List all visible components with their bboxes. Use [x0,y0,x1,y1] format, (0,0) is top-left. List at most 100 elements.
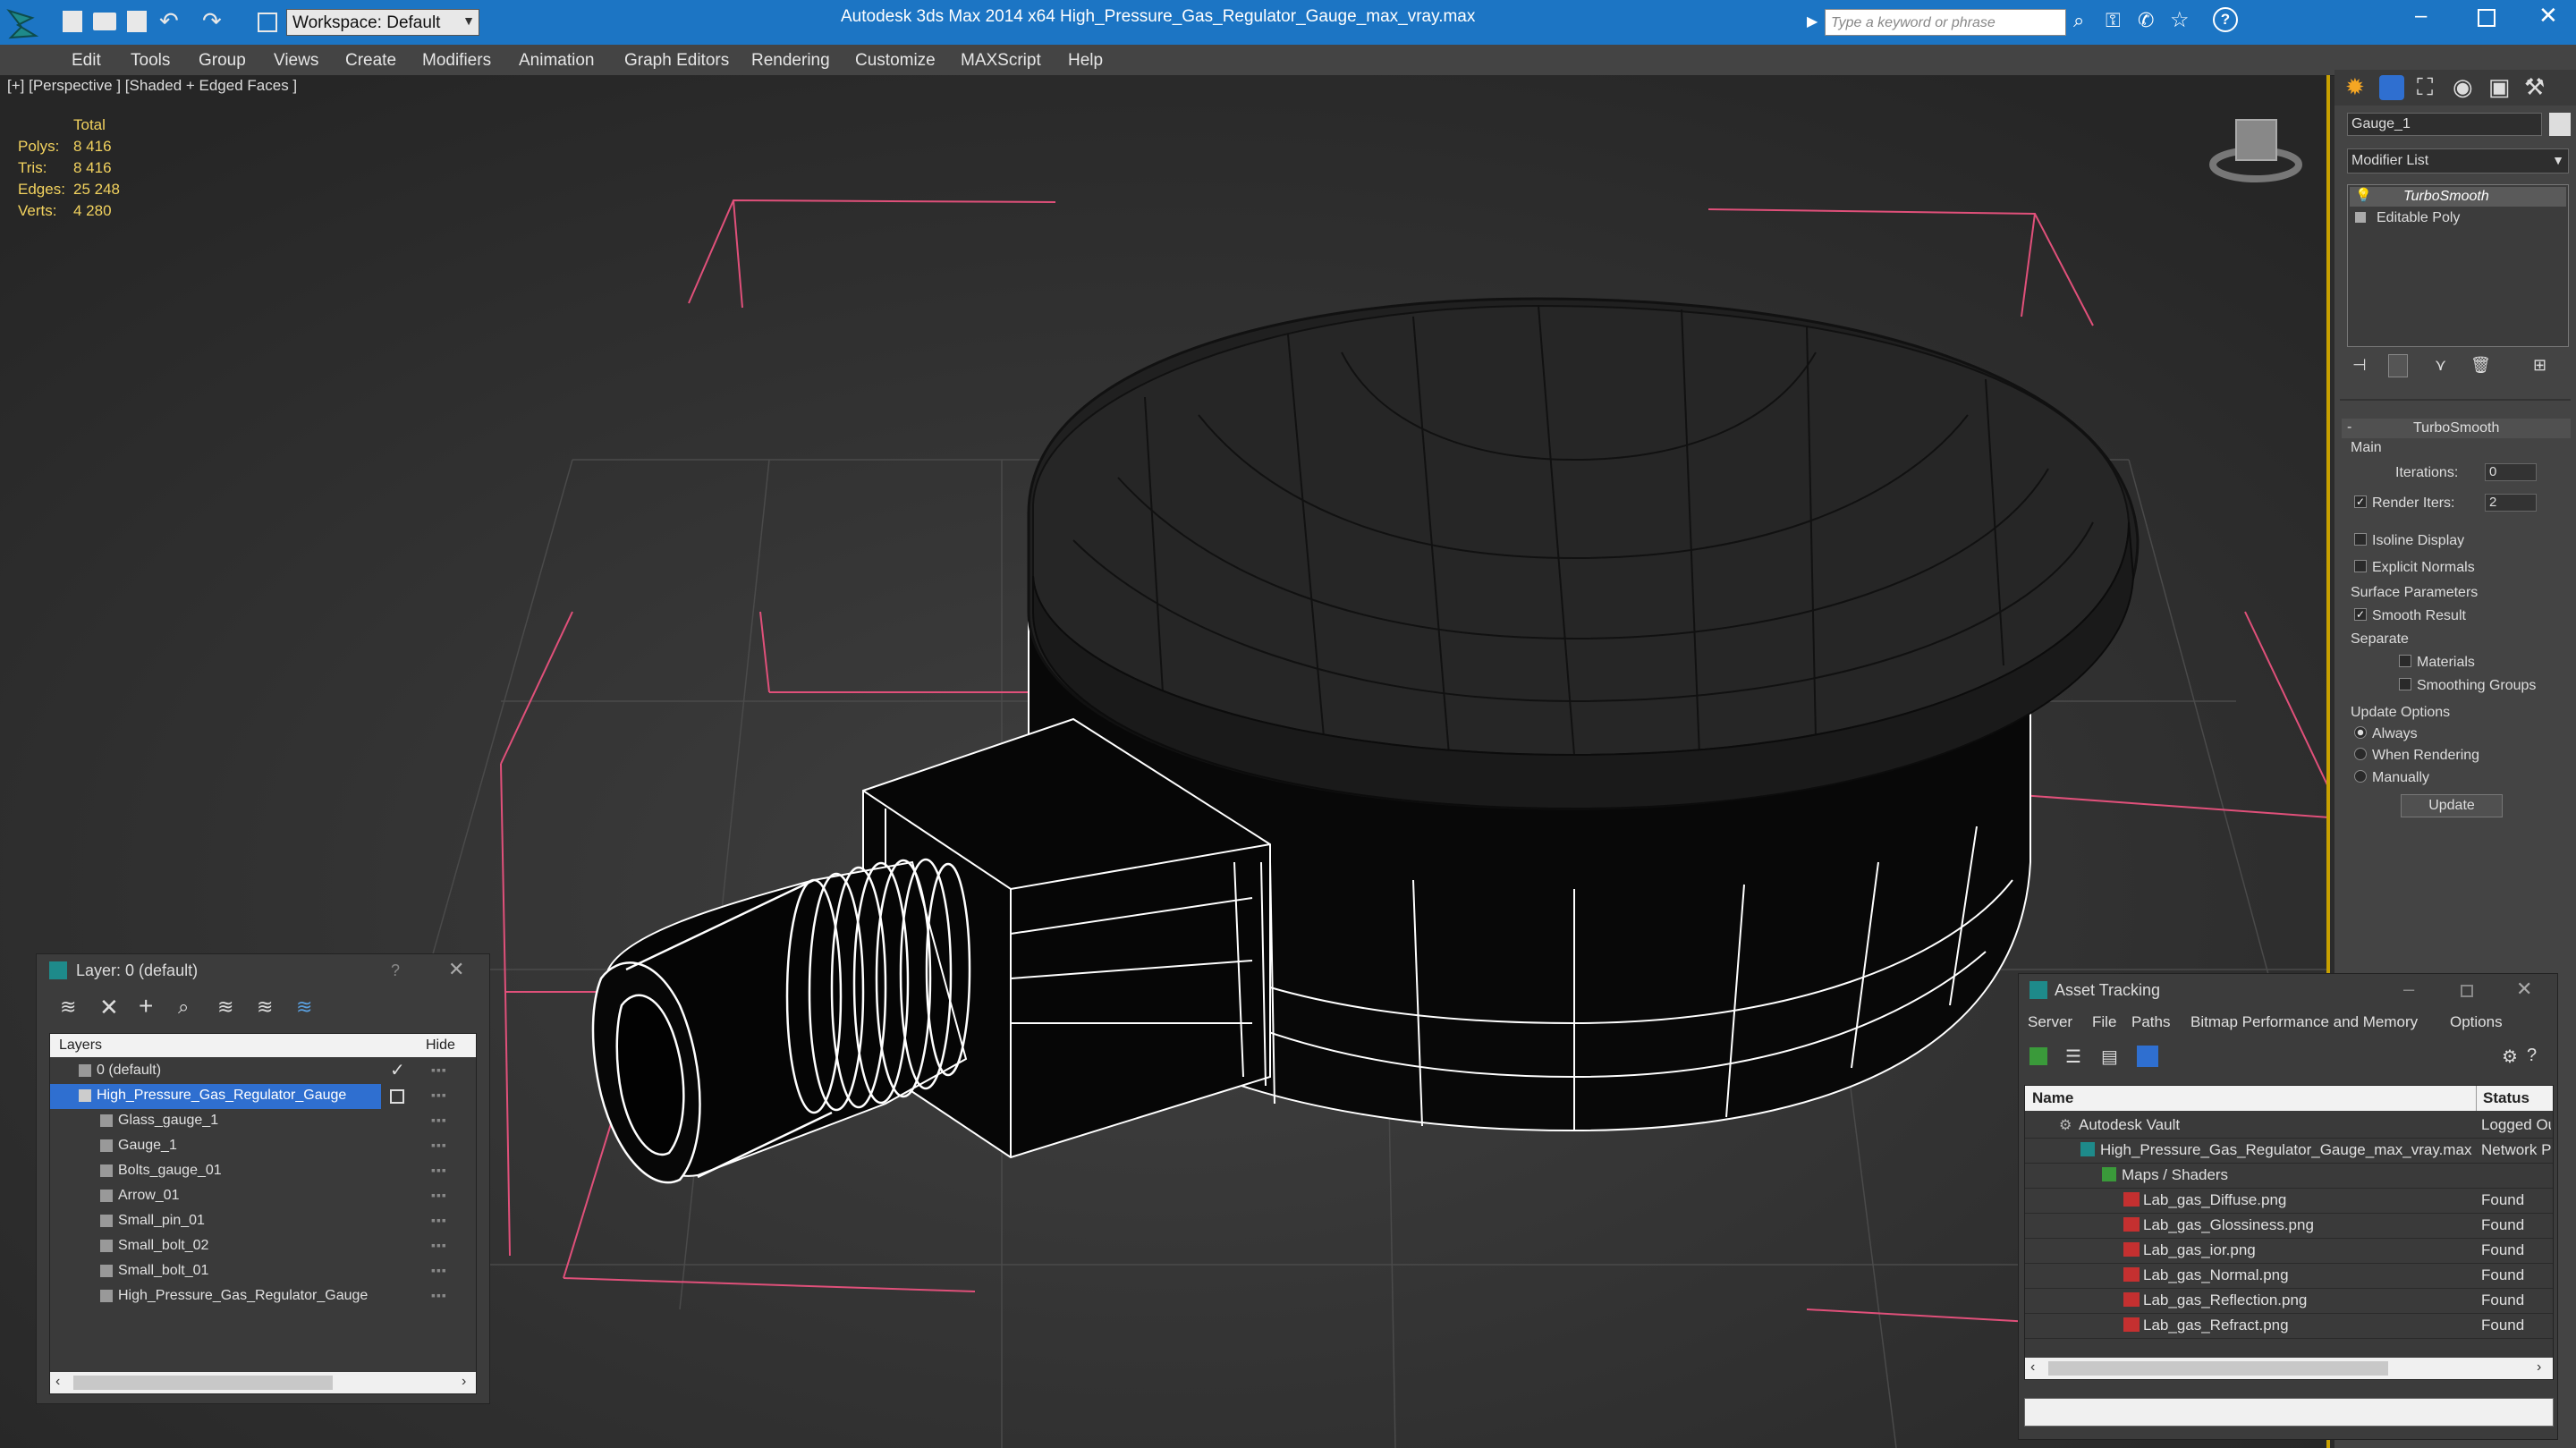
configure-modifier-sets-icon[interactable]: ⊞ [2533,356,2546,375]
show-end-result-icon[interactable] [2388,354,2408,377]
project-folder-icon[interactable] [258,13,277,32]
object-name-field[interactable]: Gauge_1 [2347,113,2542,136]
asset-menu-server[interactable]: Server [2028,1013,2072,1031]
layer-row[interactable]: Arrow_01 ▪▪▪ [50,1184,476,1209]
utilities-tab-icon[interactable]: ⚒ [2524,73,2545,101]
expand-icon[interactable] [2355,212,2366,223]
col-hide[interactable]: Hide [426,1037,455,1054]
create-tab-icon[interactable]: ✹ [2345,73,2365,101]
workspace-dropdown[interactable]: Workspace: Default ▼ [286,9,479,36]
hide-toggle[interactable]: ▪▪▪ [431,1213,447,1227]
minimize-icon[interactable]: – [2403,978,2414,1001]
hide-toggle[interactable]: ▪▪▪ [431,1138,447,1152]
thumbnail-view-icon[interactable]: ▤ [2101,1046,2118,1068]
layer-row-selected[interactable]: High_Pressure_Gas_Regulator_Gauge [50,1084,381,1109]
menu-group[interactable]: Group [199,51,246,71]
key-icon[interactable]: ⚿ [2106,9,2121,32]
asset-row[interactable]: Lab_gas_Glossiness.png Found [2025,1213,2553,1239]
layer-row[interactable]: Glass_gauge_1 ▪▪▪ [50,1109,476,1134]
stack-item-editable-poly[interactable]: Editable Poly [2350,208,2566,228]
layer-row[interactable]: High_Pressure_Gas_Regulator_Gauge ▪▪▪ [50,1284,476,1309]
menu-animation[interactable]: Animation [519,51,595,71]
hide-toggle[interactable]: ▪▪▪ [431,1063,447,1077]
horizontal-scrollbar[interactable]: ‹ › [50,1372,476,1393]
bulb-icon[interactable]: 💡 [2355,187,2372,203]
scroll-thumb[interactable] [2048,1361,2388,1376]
horizontal-scrollbar[interactable]: ‹ › [2025,1358,2553,1379]
binoculars-icon[interactable]: ⌕ [2073,9,2084,32]
menu-create[interactable]: Create [345,51,396,71]
make-unique-icon[interactable]: ⋎ [2435,356,2446,375]
asset-row[interactable]: Lab_gas_Refract.png Found [2025,1313,2553,1339]
menu-rendering[interactable]: Rendering [751,51,830,71]
asset-menu-options[interactable]: Options [2450,1013,2503,1031]
highlight-layer-icon[interactable]: ≋ [217,995,233,1019]
add-to-layer-icon[interactable]: + [139,992,153,1020]
app-logo-icon[interactable] [5,5,41,41]
layer-dialog-help-icon[interactable]: ? [391,961,400,980]
render-iters-checkbox[interactable]: ✓ [2354,495,2367,508]
smooth-result-checkbox[interactable]: ✓ [2354,608,2367,621]
hide-toggle[interactable]: ▪▪▪ [431,1088,447,1102]
active-layer-check-icon[interactable]: ✓ [390,1059,405,1081]
undo-icon[interactable]: ↶ [159,7,179,35]
layer-row[interactable]: 0 (default) ✓ ▪▪▪ [50,1059,476,1084]
close-icon[interactable]: ✕ [2516,978,2532,1001]
menu-edit[interactable]: Edit [72,51,101,71]
menu-graph-editors[interactable]: Graph Editors [624,51,729,71]
asset-menu-bitmap[interactable]: Bitmap Performance and Memory [2190,1013,2418,1031]
col-layers[interactable]: Layers [59,1037,102,1054]
update-button-face[interactable]: Update [2401,794,2503,817]
help-icon[interactable]: ? [2527,1046,2537,1066]
isoline-display-checkbox[interactable] [2354,533,2367,546]
save-file-icon[interactable] [127,11,147,32]
maximize-icon[interactable] [2478,9,2496,27]
menu-views[interactable]: Views [274,51,318,71]
pin-stack-icon[interactable]: ⊣ [2352,356,2367,375]
hide-toggle[interactable]: ▪▪▪ [431,1113,447,1127]
col-name[interactable]: Name [2032,1089,2073,1107]
iterations-spinner[interactable]: 0 [2485,463,2537,481]
explicit-normals-checkbox[interactable] [2354,560,2367,572]
remove-modifier-icon[interactable]: 🗑 [2470,356,2491,375]
viewport-label[interactable]: [+] [Perspective ] [Shaded + Edged Faces… [7,77,297,95]
menu-help[interactable]: Help [1068,51,1103,71]
layer-row[interactable]: Small_pin_01 ▪▪▪ [50,1209,476,1234]
layer-row[interactable]: Small_bolt_02 ▪▪▪ [50,1234,476,1259]
asset-row[interactable]: Lab_gas_Diffuse.png Found [2025,1188,2553,1214]
motion-tab-icon[interactable]: ◉ [2453,73,2473,101]
favorites-star-icon[interactable]: ☆ [2170,7,2190,33]
menu-customize[interactable]: Customize [855,51,936,71]
update-button[interactable] [2404,878,2503,902]
scroll-right-icon[interactable]: › [462,1374,466,1390]
search-input[interactable]: Type a keyword or phrase [1825,9,2066,36]
col-status[interactable]: Status [2483,1089,2529,1107]
list-view-icon[interactable]: ☰ [2065,1046,2081,1068]
select-in-layer-icon[interactable]: ⌕ [178,995,189,1019]
manually-radio[interactable] [2354,770,2367,783]
asset-row[interactable]: Lab_gas_Reflection.png Found [2025,1288,2553,1314]
when-rendering-radio[interactable] [2354,748,2367,760]
smoothing-groups-checkbox[interactable] [2399,678,2411,690]
object-color-swatch[interactable] [2549,113,2571,136]
turbosmooth-rollout-header[interactable]: - TurboSmooth [2342,419,2571,438]
vault-icon[interactable]: ⚙ [2502,1046,2518,1068]
asset-menu-paths[interactable]: Paths [2131,1013,2170,1031]
display-tab-icon[interactable]: ▣ [2488,73,2511,101]
hide-all-layers-icon[interactable]: ≋ [257,995,273,1019]
scroll-left-icon[interactable]: ‹ [55,1374,60,1390]
hide-toggle[interactable]: ▪▪▪ [431,1238,447,1252]
menu-modifiers[interactable]: Modifiers [422,51,491,71]
refresh-icon[interactable] [2029,1047,2047,1065]
communication-center-icon[interactable]: ✆ [2138,9,2154,32]
asset-path-field[interactable] [2024,1398,2554,1427]
delete-layer-icon[interactable]: ✕ [99,994,119,1021]
modify-tab-icon[interactable] [2379,75,2404,100]
hierarchy-tab-icon[interactable]: ⛶ [2417,73,2433,102]
search-arrow-icon[interactable]: ▶ [1807,13,1818,30]
hide-toggle[interactable]: ▪▪▪ [431,1288,447,1302]
scroll-thumb[interactable] [73,1376,333,1390]
asset-row[interactable]: Lab_gas_Normal.png Found [2025,1263,2553,1289]
modifier-list-dropdown[interactable]: Modifier List ▼ [2347,148,2569,174]
table-view-icon[interactable] [2137,1046,2158,1067]
